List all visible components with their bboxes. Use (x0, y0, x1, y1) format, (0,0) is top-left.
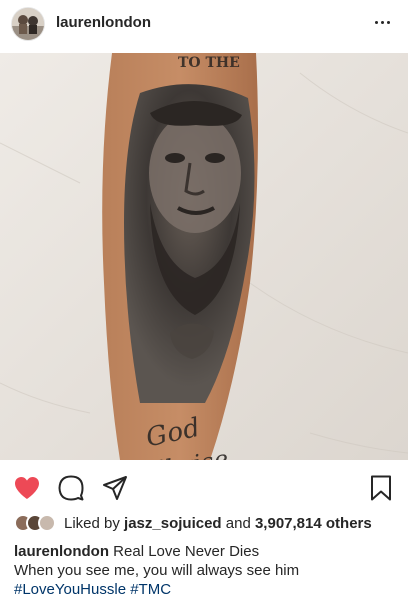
bookmark-icon[interactable] (366, 473, 396, 503)
likes-prefix: Liked by (64, 514, 120, 532)
share-icon[interactable] (100, 473, 130, 503)
post-username[interactable]: laurenlondon (56, 13, 151, 33)
tattoo-top-lettering: TO THE (178, 55, 240, 71)
liker-avatars (14, 514, 56, 532)
post-caption: laurenlondon Real Love Never Dies When y… (14, 542, 404, 599)
likes-conjunction: and (225, 514, 251, 532)
comment-icon[interactable] (56, 473, 86, 503)
caption-username[interactable]: laurenlondon (14, 543, 109, 560)
caption-line2: When you see me, you will always see him (14, 562, 300, 579)
post-header: laurenlondon (0, 0, 408, 48)
hashtag-tmc[interactable]: #TMC (130, 581, 171, 598)
hashtag-loveyouhussle[interactable]: #LoveYouHussle (14, 581, 126, 598)
instagram-post: laurenlondon TO THE God Liked by jasz_so… (0, 0, 408, 600)
avatar[interactable] (12, 8, 44, 40)
post-photo[interactable]: TO THE God will rise (0, 53, 408, 460)
caption-line1: Real Love Never Dies (113, 543, 260, 560)
action-bar (0, 470, 408, 506)
likes-summary[interactable]: Liked by jasz_sojuiced and 3,907,814 oth… (14, 512, 404, 534)
heart-icon[interactable] (12, 473, 42, 503)
more-options-icon[interactable] (370, 10, 394, 34)
likes-count[interactable]: 3,907,814 others (255, 515, 372, 532)
liker-username[interactable]: jasz_sojuiced (124, 515, 222, 532)
